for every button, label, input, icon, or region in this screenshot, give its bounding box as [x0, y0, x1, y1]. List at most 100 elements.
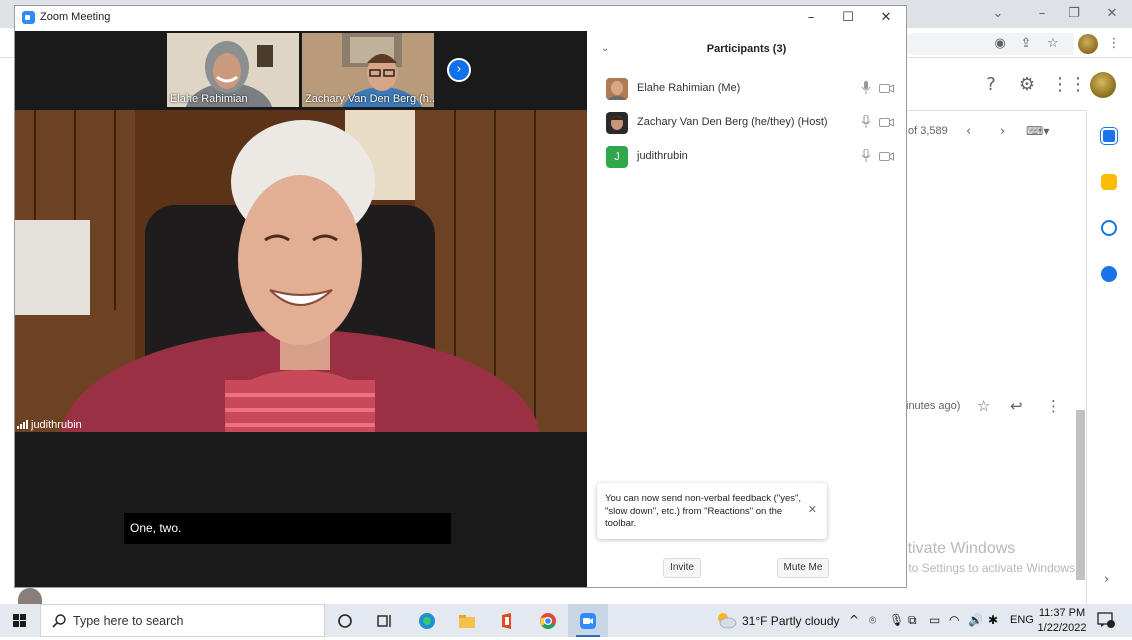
clock-date[interactable]: 1/22/2022 [1036, 622, 1088, 634]
gear-icon[interactable]: ⚙ [1014, 72, 1040, 98]
screen-share-icon[interactable]: ⧉ [908, 613, 917, 628]
windows-taskbar: Type here to search 31°F Partly cloudy ^… [0, 604, 1132, 637]
chevron-up-icon[interactable]: ^ [849, 613, 859, 627]
mute-me-button[interactable]: Mute Me [777, 558, 829, 578]
participant-name: judithrubin [637, 150, 688, 162]
camera-icon[interactable] [879, 151, 894, 162]
caption-text: One, two. [130, 521, 182, 535]
search-placeholder: Type here to search [73, 614, 184, 628]
share-icon[interactable]: ⇪ [1017, 35, 1035, 53]
more-icon[interactable]: ⋮ [1105, 35, 1123, 53]
battery-icon[interactable]: ▭ [929, 613, 940, 627]
more-icon[interactable]: ⋮ [1046, 397, 1061, 415]
participant-row[interactable]: J judithrubin [587, 140, 906, 174]
notification-icon[interactable] [1097, 612, 1115, 628]
zoom-logo-icon [22, 11, 35, 24]
edge-icon [419, 613, 435, 629]
closed-caption: One, two. [124, 513, 451, 544]
clock-time[interactable]: 11:37 PM [1038, 607, 1086, 619]
chevron-down-icon[interactable]: ⌄ [986, 4, 1010, 24]
camera-icon[interactable] [879, 117, 894, 128]
avatar [18, 588, 42, 604]
weather-text[interactable]: 31°F Partly cloudy [742, 614, 840, 628]
activate-windows-subtitle: Go to Settings to activate Windows. [889, 561, 1079, 575]
microphone-icon[interactable] [861, 149, 871, 163]
microphone-icon[interactable]: 🎙 [889, 613, 904, 627]
bluetooth-icon[interactable]: ✱ [988, 613, 998, 627]
participant-avatar [606, 112, 628, 134]
activate-windows-title: Activate Windows [889, 540, 1016, 557]
taskbar-search[interactable]: Type here to search [40, 604, 325, 637]
partly-cloudy-icon [718, 613, 737, 629]
zoom-title-bar: Zoom Meeting – ☐ ✕ [15, 6, 906, 31]
apps-grid-icon[interactable]: ⋮⋮ [1051, 72, 1087, 98]
office-icon [502, 613, 511, 629]
next-page-button[interactable]: › [447, 58, 471, 82]
input-language[interactable]: ENG [1010, 614, 1034, 626]
scrollbar[interactable] [1076, 410, 1085, 580]
calendar-icon[interactable] [1100, 127, 1118, 145]
edge-app[interactable] [407, 604, 447, 637]
expand-panel-icon[interactable]: › [1104, 572, 1109, 587]
message-time: inutes ago) [906, 400, 961, 412]
cortana-button[interactable] [325, 604, 365, 637]
active-speaker-name: judithrubin [17, 419, 82, 431]
panel-title: Participants (3) [706, 43, 787, 55]
folder-icon [459, 615, 475, 628]
participant-row[interactable]: Elahe Rahimian (Me) [587, 72, 906, 106]
wifi-icon[interactable]: ◠ [949, 613, 959, 627]
close-icon[interactable]: ✕ [808, 503, 817, 516]
invite-button[interactable]: Invite [663, 558, 701, 578]
keyboard-icon[interactable]: ⌨▾ [1026, 124, 1049, 138]
minimize-icon[interactable]: – [1030, 4, 1054, 24]
microphone-icon[interactable] [861, 115, 871, 129]
cortana-icon [338, 614, 352, 628]
maximize-icon[interactable]: ☐ [837, 9, 859, 27]
chevron-right-icon[interactable]: › [1000, 124, 1005, 139]
microphone-icon[interactable] [861, 81, 871, 95]
close-icon[interactable]: ✕ [1100, 4, 1124, 24]
zoom-icon [580, 613, 596, 629]
speaker-name-label: judithrubin [31, 419, 82, 431]
close-icon[interactable]: ✕ [875, 9, 897, 27]
search-icon [52, 614, 66, 628]
account-avatar[interactable] [1090, 72, 1116, 98]
task-view-button[interactable] [365, 604, 405, 637]
tasks-icon[interactable] [1101, 220, 1117, 236]
active-speaker-video[interactable] [15, 110, 587, 432]
contacts-icon[interactable] [1101, 266, 1117, 282]
office-app[interactable] [487, 604, 527, 637]
keep-icon[interactable] [1101, 174, 1117, 190]
message-count: of 3,589 [908, 125, 948, 137]
tooltip-text: You can now send non-verbal feedback ("y… [605, 493, 801, 529]
video-tile[interactable]: Zachary Van Den Berg (h... [302, 33, 434, 107]
participant-avatar: J [606, 146, 628, 168]
video-tile[interactable]: Elahe Rahimian [167, 33, 299, 107]
minimize-icon[interactable]: – [800, 9, 822, 27]
speaker-video [15, 110, 587, 432]
zoom-window: Zoom Meeting – ☐ ✕ Elahe Rahimian Zachar… [14, 5, 907, 588]
participants-panel: ⌄ Participants (3) Elahe Rahimian (Me) Z… [587, 31, 906, 587]
participant-name: Elahe Rahimian (Me) [637, 82, 741, 94]
participant-avatar [606, 78, 628, 100]
restore-icon[interactable]: ❐ [1062, 4, 1086, 24]
help-icon[interactable]: ? [978, 72, 1004, 98]
profile-avatar[interactable] [1078, 34, 1098, 54]
window-title: Zoom Meeting [40, 11, 111, 23]
participant-name: Zachary Van Den Berg (h... [305, 93, 434, 105]
volume-icon[interactable]: 🔊 [968, 613, 983, 627]
reply-icon[interactable]: ↩ [1010, 397, 1023, 415]
eye-icon[interactable]: ◉ [991, 35, 1009, 53]
chrome-app[interactable] [528, 604, 568, 637]
participant-row[interactable]: Zachary Van Den Berg (he/they) (Host) [587, 106, 906, 140]
camera-icon[interactable] [879, 83, 894, 94]
start-button[interactable] [0, 604, 40, 637]
star-icon[interactable]: ☆ [977, 397, 990, 415]
meet-now-icon[interactable]: ⌾ [869, 613, 876, 628]
file-explorer-app[interactable] [447, 604, 487, 637]
zoom-app[interactable] [568, 604, 608, 637]
windows-logo-icon [13, 614, 26, 627]
star-icon[interactable]: ☆ [1044, 35, 1062, 53]
chevron-left-icon[interactable]: ‹ [966, 124, 971, 139]
chrome-icon [540, 613, 556, 629]
